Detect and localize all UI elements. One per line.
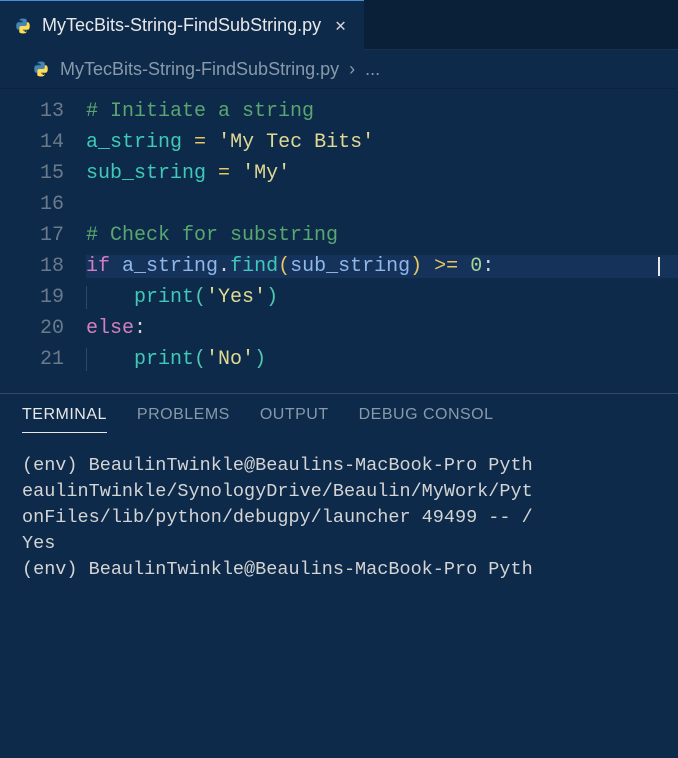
code-line[interactable]: 17# Check for substring (0, 220, 678, 251)
terminal-line: onFiles/lib/python/debugpy/launcher 4949… (22, 505, 656, 531)
code-content: a_string = 'My Tec Bits' (86, 131, 678, 154)
code-line[interactable]: 15sub_string = 'My' (0, 158, 678, 189)
breadcrumb-separator: › (349, 59, 355, 80)
code-content: if a_string.find(sub_string) >= 0: (86, 255, 678, 278)
terminal-line: eaulinTwinkle/SynologyDrive/Beaulin/MyWo… (22, 479, 656, 505)
terminal-line: (env) BeaulinTwinkle@Beaulins-MacBook-Pr… (22, 453, 656, 479)
terminal-line: Yes (22, 531, 656, 557)
terminal-line: (env) BeaulinTwinkle@Beaulins-MacBook-Pr… (22, 557, 656, 583)
code-content: print('Yes') (86, 286, 678, 309)
line-number: 14 (0, 131, 86, 154)
code-content: else: (86, 317, 678, 340)
panel-tab-debug-consol[interactable]: DEBUG CONSOL (359, 406, 494, 433)
breadcrumb-filename: MyTecBits-String-FindSubString.py (60, 59, 339, 80)
code-line[interactable]: 20else: (0, 313, 678, 344)
python-file-icon (14, 17, 32, 35)
line-number: 19 (0, 286, 86, 309)
editor-tab[interactable]: MyTecBits-String-FindSubString.py ✕ (0, 0, 364, 50)
code-line[interactable]: 16 (0, 189, 678, 220)
panel-tab-problems[interactable]: PROBLEMS (137, 406, 230, 433)
bottom-panel: TERMINAL PROBLEMS OUTPUT DEBUG CONSOL (env)… (0, 393, 678, 681)
panel-tab-terminal[interactable]: TERMINAL (22, 406, 107, 433)
code-content: # Check for substring (86, 224, 678, 247)
editor-tab-bar: MyTecBits-String-FindSubString.py ✕ (0, 0, 678, 50)
terminal-output[interactable]: (env) BeaulinTwinkle@Beaulins-MacBook-Pr… (0, 433, 678, 603)
code-content: # Initiate a string (86, 100, 678, 123)
code-content: sub_string = 'My' (86, 162, 678, 185)
code-editor[interactable]: 13# Initiate a string14a_string = 'My Te… (0, 88, 678, 393)
python-file-icon (32, 60, 50, 78)
line-number: 17 (0, 224, 86, 247)
line-number: 21 (0, 348, 86, 371)
code-line[interactable]: 13# Initiate a string (0, 96, 678, 127)
code-line[interactable]: 19 print('Yes') (0, 282, 678, 313)
tab-bar-filler (364, 0, 678, 50)
code-line[interactable]: 14a_string = 'My Tec Bits' (0, 127, 678, 158)
breadcrumb[interactable]: MyTecBits-String-FindSubString.py › ... (0, 50, 678, 88)
line-number: 13 (0, 100, 86, 123)
line-number: 18 (0, 255, 86, 278)
breadcrumb-ellipsis: ... (365, 59, 380, 80)
tab-filename: MyTecBits-String-FindSubString.py (42, 15, 321, 36)
close-tab-icon[interactable]: ✕ (331, 13, 350, 39)
line-number: 20 (0, 317, 86, 340)
panel-tab-output[interactable]: OUTPUT (260, 406, 329, 433)
panel-tab-bar: TERMINAL PROBLEMS OUTPUT DEBUG CONSOL (0, 394, 678, 433)
code-content: print('No') (86, 348, 678, 371)
code-line[interactable]: 21 print('No') (0, 344, 678, 375)
line-number: 15 (0, 162, 86, 185)
line-number: 16 (0, 193, 86, 216)
code-line[interactable]: 18if a_string.find(sub_string) >= 0: (0, 251, 678, 282)
